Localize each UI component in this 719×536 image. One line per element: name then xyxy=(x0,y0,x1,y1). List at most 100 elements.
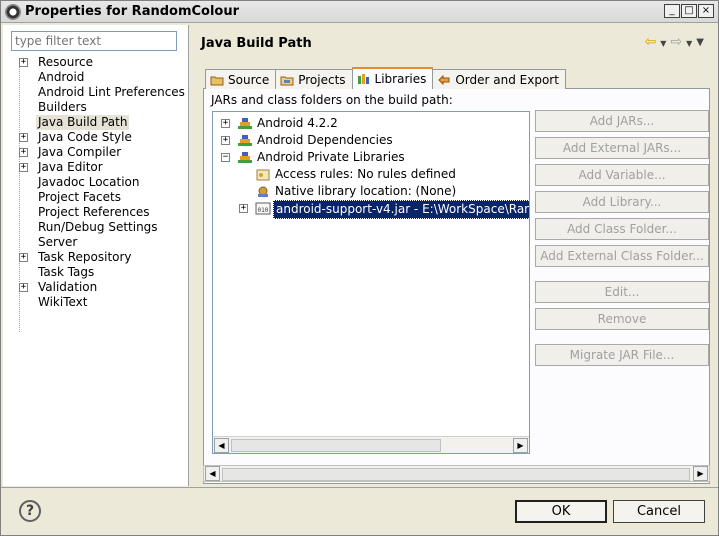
access-rules-icon xyxy=(256,169,270,181)
history-nav: ⇦ ▼ ⇨ ▼ ▼ xyxy=(645,34,704,50)
tree-item-project-facets[interactable]: Project Facets xyxy=(7,190,187,205)
tree-item-java-code-style[interactable]: + Java Code Style xyxy=(7,130,187,145)
remove-button[interactable]: Remove xyxy=(535,308,709,330)
tree-item-javadoc-location[interactable]: Javadoc Location xyxy=(7,175,187,190)
library-tree[interactable]: + Android 4.2.2 + Android Dependencies −… xyxy=(212,111,530,454)
tree-item-project-references[interactable]: Project References xyxy=(7,205,187,220)
library-icon xyxy=(238,118,252,129)
expand-icon[interactable]: + xyxy=(19,163,28,172)
library-label: Android Private Libraries xyxy=(257,150,405,164)
expand-icon[interactable]: + xyxy=(19,148,28,157)
expand-icon[interactable]: + xyxy=(19,58,28,67)
tree-item-android-lint-preferences[interactable]: Android Lint Preferences xyxy=(7,85,187,100)
title-bar[interactable]: Properties for RandomColour _ □ × xyxy=(1,1,718,23)
library-icon xyxy=(238,135,252,146)
forward-menu-chevron-icon[interactable]: ▼ xyxy=(686,39,692,50)
tree-item-label: Task Tags xyxy=(38,265,95,279)
migrate-jar-button[interactable]: Migrate JAR File... xyxy=(535,344,709,366)
tree-item-label: Java Build Path xyxy=(36,115,130,130)
expand-icon[interactable]: + xyxy=(19,283,28,292)
tab-libraries[interactable]: Libraries xyxy=(351,67,434,89)
tree-item-label: Builders xyxy=(38,100,87,114)
close-button[interactable]: × xyxy=(698,4,714,18)
edit-button[interactable]: Edit... xyxy=(535,281,709,303)
help-icon[interactable]: ? xyxy=(19,500,41,522)
tab-projects[interactable]: Projects xyxy=(275,69,353,89)
add-variable-button[interactable]: Add Variable... xyxy=(535,164,709,186)
expand-icon[interactable]: + xyxy=(239,204,248,213)
tree-item-label: Resource xyxy=(38,55,94,69)
add-library-button[interactable]: Add Library... xyxy=(535,191,709,213)
cancel-button[interactable]: Cancel xyxy=(613,500,705,523)
tree-item-run-debug-settings[interactable]: Run/Debug Settings xyxy=(7,220,187,235)
library-tree-hscrollbar[interactable]: ◀ ▶ xyxy=(213,436,529,453)
build-path-caption: JARs and class folders on the build path… xyxy=(211,93,453,107)
forward-arrow-icon[interactable]: ⇨ xyxy=(670,34,682,50)
tree-item-label: Project Facets xyxy=(38,190,121,204)
expand-icon[interactable]: + xyxy=(19,253,28,262)
library-android-422[interactable]: + Android 4.2.2 xyxy=(219,115,519,132)
tree-item-label: Javadoc Location xyxy=(38,175,140,189)
back-menu-chevron-icon[interactable]: ▼ xyxy=(660,39,666,50)
filter-input[interactable] xyxy=(11,31,177,51)
native-library-label: Native library location: (None) xyxy=(275,184,457,198)
tree-item-task-repository[interactable]: + Task Repository xyxy=(7,250,187,265)
tree-item-java-editor[interactable]: + Java Editor xyxy=(7,160,187,175)
native-library-item[interactable]: Native library location: (None) xyxy=(237,183,527,200)
scroll-right-icon[interactable]: ▶ xyxy=(513,438,528,453)
tree-item-android[interactable]: Android xyxy=(7,70,187,85)
scroll-right-icon[interactable]: ▶ xyxy=(693,466,708,481)
tree-item-java-build-path[interactable]: Java Build Path xyxy=(7,115,187,130)
property-tree: + Resource Android Android Lint Preferences… xyxy=(7,55,187,310)
tab-order-export-label: Order and Export xyxy=(455,72,559,87)
library-android-dependencies[interactable]: + Android Dependencies xyxy=(219,132,519,149)
properties-dialog: Properties for RandomColour _ □ × + Resou… xyxy=(0,0,719,536)
library-android-private[interactable]: − Android Private Libraries xyxy=(219,149,519,166)
ok-button[interactable]: OK xyxy=(515,500,607,523)
tree-item-label: Android Lint Preferences xyxy=(38,85,185,99)
view-menu-chevron-icon[interactable]: ▼ xyxy=(696,37,704,50)
tree-item-task-tags[interactable]: Task Tags xyxy=(7,265,187,280)
expand-icon[interactable]: + xyxy=(221,136,230,145)
tree-item-resource[interactable]: + Resource xyxy=(7,55,187,70)
eclipse-icon xyxy=(5,3,21,20)
source-folder-icon xyxy=(210,76,224,85)
tab-order-export[interactable]: Order and Export xyxy=(432,69,566,89)
tree-item-server[interactable]: Server xyxy=(7,235,187,250)
tab-projects-label: Projects xyxy=(298,72,346,87)
tree-item-label: Server xyxy=(38,235,78,249)
maximize-button[interactable]: □ xyxy=(681,4,697,18)
tab-libraries-label: Libraries xyxy=(374,72,427,86)
tree-item-label: Validation xyxy=(38,280,98,294)
page-title: Java Build Path xyxy=(201,36,312,51)
tree-item-label: Android xyxy=(38,70,85,84)
add-class-folder-button[interactable]: Add Class Folder... xyxy=(535,218,709,240)
expand-icon[interactable]: + xyxy=(19,133,28,142)
back-arrow-icon[interactable]: ⇦ xyxy=(645,34,657,50)
tree-item-label: WikiText xyxy=(38,295,88,309)
library-label: Android 4.2.2 xyxy=(257,116,338,130)
add-external-class-folder-button[interactable]: Add External Class Folder... xyxy=(535,245,709,267)
libraries-icon xyxy=(357,74,369,84)
tree-item-builders[interactable]: Builders xyxy=(7,100,187,115)
tree-item-java-compiler[interactable]: + Java Compiler xyxy=(7,145,187,160)
scroll-thumb[interactable] xyxy=(222,468,690,481)
scroll-left-icon[interactable]: ◀ xyxy=(205,466,220,481)
project-folder-icon xyxy=(280,76,294,85)
collapse-icon[interactable]: − xyxy=(221,153,230,162)
minimize-button[interactable]: _ xyxy=(664,4,680,18)
tree-item-label: Project References xyxy=(38,205,150,219)
order-export-icon xyxy=(438,74,450,85)
property-tree-pane: + ResourceAndroidAndroid Lint Preferences… xyxy=(3,25,189,486)
add-external-jars-button[interactable]: Add External JARs... xyxy=(535,137,709,159)
tree-item-validation[interactable]: + Validation xyxy=(7,280,187,295)
jar-android-support-v4[interactable]: + 010 android-support-v4.jar - E:\WorkSp… xyxy=(237,200,529,219)
page-hscrollbar[interactable]: ◀ ▶ xyxy=(203,465,710,482)
scroll-left-icon[interactable]: ◀ xyxy=(214,438,229,453)
access-rules-item[interactable]: Access rules: No rules defined xyxy=(237,166,527,183)
add-jars-button[interactable]: Add JARs... xyxy=(535,110,709,132)
expand-icon[interactable]: + xyxy=(221,119,230,128)
tree-item-wikitext[interactable]: WikiText xyxy=(7,295,187,310)
scroll-thumb[interactable] xyxy=(231,439,441,452)
tab-source[interactable]: Source xyxy=(205,69,277,89)
